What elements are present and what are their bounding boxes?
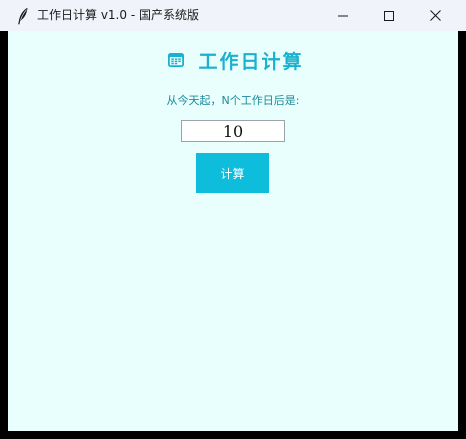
calendar-icon — [168, 53, 185, 67]
workdays-input[interactable] — [181, 120, 285, 142]
close-button[interactable] — [412, 0, 458, 31]
feather-icon — [18, 7, 28, 25]
maximize-icon — [384, 10, 394, 21]
app-window: 工作日计算 v1.0 - 国产系统版 工作日计算 从今天起，N个工作日后是: 1… — [0, 0, 466, 439]
prompt-label: 从今天起，N个工作日后是: — [166, 94, 300, 107]
window-title: 工作日计算 v1.0 - 国产系统版 — [37, 8, 199, 22]
calculate-button[interactable]: 计算 — [196, 153, 269, 193]
minimize-icon — [338, 15, 348, 16]
title-bar[interactable]: 工作日计算 v1.0 - 国产系统版 — [0, 0, 466, 31]
maximize-button[interactable] — [366, 0, 412, 31]
page-heading: 工作日计算 — [8, 46, 458, 74]
page-title: 工作日计算 — [198, 50, 304, 73]
close-icon — [429, 10, 441, 21]
main-panel: 工作日计算 从今天起，N个工作日后是: 计算 — [8, 31, 458, 431]
minimize-button[interactable] — [320, 0, 366, 31]
